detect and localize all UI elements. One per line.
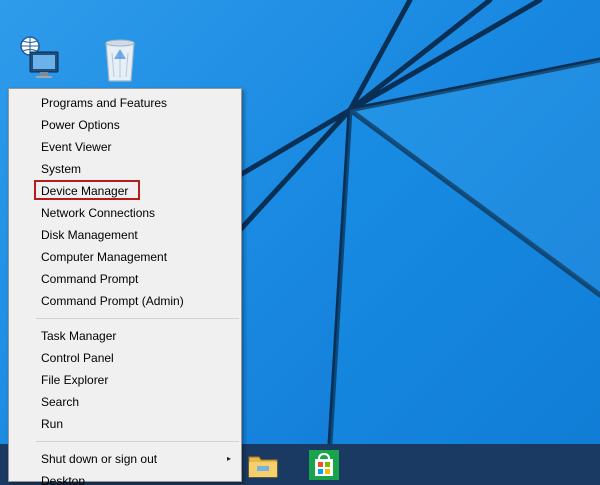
menu-item-device-manager[interactable]: Device Manager <box>9 180 241 202</box>
desktop: Programs and Features Power Options Even… <box>0 0 600 485</box>
menu-item-disk-management[interactable]: Disk Management <box>9 224 241 246</box>
menu-separator <box>36 318 239 319</box>
menu-item-computer-management[interactable]: Computer Management <box>9 246 241 268</box>
menu-item-network-connections[interactable]: Network Connections <box>9 202 241 224</box>
menu-item-file-explorer[interactable]: File Explorer <box>9 369 241 391</box>
file-explorer-icon[interactable] <box>243 447 283 483</box>
winx-context-menu: Programs and Features Power Options Even… <box>8 88 242 485</box>
menu-item-event-viewer[interactable]: Event Viewer <box>9 136 241 158</box>
menu-item-shut-down-sign-out[interactable]: Shut down or sign out ▸ <box>9 448 241 470</box>
menu-item-programs-features[interactable]: Programs and Features <box>9 92 241 114</box>
menu-item-run[interactable]: Run <box>9 413 241 435</box>
menu-item-power-options[interactable]: Power Options <box>9 114 241 136</box>
menu-separator <box>36 441 239 442</box>
network-computer-icon[interactable] <box>14 34 62 82</box>
menu-item-command-prompt[interactable]: Command Prompt <box>9 268 241 290</box>
menu-item-search[interactable]: Search <box>9 391 241 413</box>
menu-item-control-panel[interactable]: Control Panel <box>9 347 241 369</box>
recycle-bin-icon[interactable] <box>96 36 144 84</box>
submenu-arrow-icon: ▸ <box>226 454 231 463</box>
menu-item-system[interactable]: System <box>9 158 241 180</box>
store-icon[interactable] <box>304 447 344 483</box>
menu-item-label: Shut down or sign out <box>41 452 158 466</box>
menu-item-command-prompt-admin[interactable]: Command Prompt (Admin) <box>9 290 241 312</box>
menu-item-task-manager[interactable]: Task Manager <box>9 325 241 347</box>
menu-item-desktop[interactable]: Desktop <box>9 470 241 485</box>
